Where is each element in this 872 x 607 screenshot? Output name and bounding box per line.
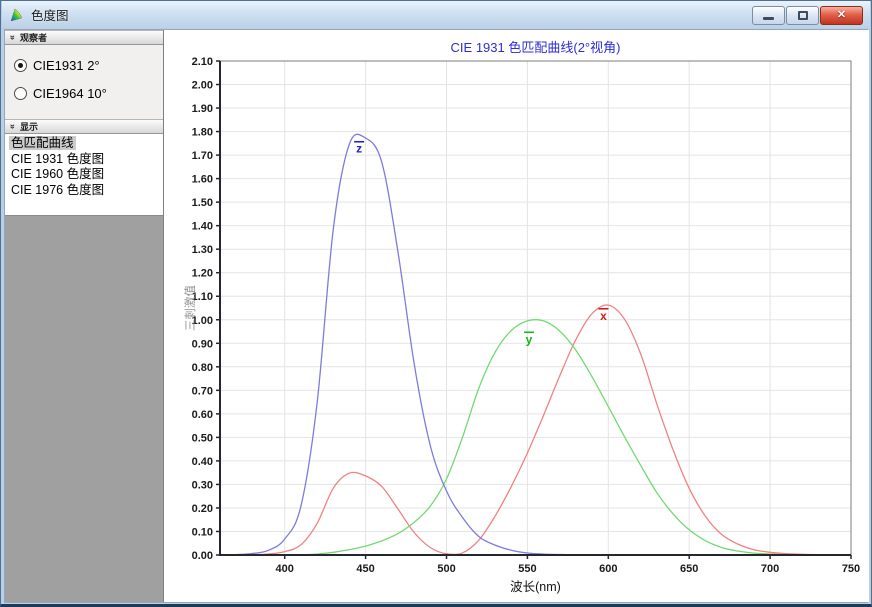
- window-title: 色度图: [31, 9, 69, 23]
- y-tick-label: 0.30: [192, 479, 213, 491]
- y-tick-label: 1.70: [192, 150, 213, 162]
- titlebar[interactable]: 色度图 ✕: [2, 1, 870, 28]
- curve-z: [219, 133, 851, 556]
- y-tick-label: 0.50: [192, 432, 213, 444]
- y-tick-label: 1.50: [192, 197, 213, 209]
- x-tick-label: 650: [680, 563, 698, 575]
- y-tick-label: 0.10: [192, 526, 213, 538]
- y-tick-label: 1.90: [192, 103, 213, 115]
- x-tick-label: 500: [437, 563, 455, 575]
- radio-label-cie1931: CIE1931 2°: [33, 58, 100, 73]
- y-tick-label: 1.60: [192, 174, 213, 186]
- observer-header-label: 观察者: [20, 33, 48, 43]
- y-tick-label: 0.90: [192, 338, 213, 350]
- minimize-button[interactable]: [752, 6, 785, 25]
- y-tick-label: 1.20: [192, 268, 213, 280]
- x-tick-label: 600: [599, 563, 617, 575]
- y-axis-label: 三刺激值: [183, 285, 197, 331]
- y-tick-label: 1.80: [192, 127, 213, 139]
- list-item-label: CIE 1931 色度图: [11, 151, 105, 166]
- y-tick-label: 2.10: [192, 56, 213, 68]
- maximize-button[interactable]: [786, 6, 819, 25]
- display-listbox: 色匹配曲线 CIE 1931 色度图 CIE 1960 色度图 CIE 1976…: [5, 134, 163, 216]
- y-tick-label: 0.00: [192, 550, 213, 562]
- curve-label-y: y: [526, 332, 533, 346]
- curve-x: [219, 304, 852, 556]
- plot-frame: [219, 60, 852, 556]
- curve-label-z: z: [356, 142, 362, 156]
- radio-label-cie1964: CIE1964 10°: [33, 86, 107, 101]
- sidebar-empty-area: [5, 216, 163, 602]
- y-tick-label: 2.00: [192, 80, 213, 92]
- close-icon: ✕: [836, 9, 847, 21]
- list-item-cie1960-diagram[interactable]: CIE 1960 色度图: [5, 167, 163, 183]
- observer-options-panel: CIE1931 2° CIE1964 10°: [5, 45, 163, 119]
- list-item-label: 色匹配曲线: [9, 136, 76, 150]
- y-tick-label: 0.40: [192, 456, 213, 468]
- cmf-chart: 400 450 500 550 600 650 700 750 0.00 0.10 0.20 0.30…: [183, 40, 860, 594]
- chart-panel: 400 450 500 550 600 650 700 750 0.00 0.10 0.20 0.30…: [164, 30, 869, 602]
- radio-unselected-icon: [14, 87, 27, 100]
- x-tick-label: 400: [276, 563, 294, 575]
- x-tick-label: 700: [761, 563, 779, 575]
- maximize-icon: [797, 11, 808, 20]
- display-header-label: 显示: [20, 122, 39, 132]
- x-tick-label: 450: [356, 563, 374, 575]
- curve-label-x: x: [600, 309, 607, 323]
- observer-section-header[interactable]: » 观察者: [5, 30, 163, 45]
- sidebar: » 观察者 CIE1931 2° CIE1964 10° » 显示 色匹配曲线 …: [5, 30, 164, 602]
- window-controls: ✕: [752, 6, 863, 25]
- y-tick-label: 0.70: [192, 385, 213, 397]
- x-tick-label: 750: [842, 563, 860, 575]
- y-tick-label: 1.40: [192, 221, 213, 233]
- list-item-cmf-curves[interactable]: 色匹配曲线: [5, 136, 163, 152]
- window-body: » 观察者 CIE1931 2° CIE1964 10° » 显示 色匹配曲线 …: [4, 29, 869, 603]
- y-tick-label: 0.60: [192, 409, 213, 421]
- app-window: 色度图 ✕ » 观察者 CIE1931 2° CIE1964 10° » 显示 …: [0, 0, 872, 607]
- radio-cie1931-2deg[interactable]: CIE1931 2°: [14, 58, 154, 73]
- close-button[interactable]: ✕: [820, 6, 863, 25]
- chart-title: CIE 1931 色匹配曲线(2°视角): [451, 40, 621, 55]
- list-item-label: CIE 1960 色度图: [11, 167, 105, 181]
- collapse-icon: »: [8, 123, 19, 130]
- minimize-icon: [763, 17, 774, 20]
- app-icon: [8, 6, 26, 24]
- radio-cie1964-10deg[interactable]: CIE1964 10°: [14, 86, 154, 101]
- list-item-label: CIE 1976 色度图: [11, 182, 105, 197]
- x-axis-label: 波长(nm): [510, 580, 561, 594]
- y-tick-label: 0.80: [192, 362, 213, 374]
- x-tick-label: 550: [518, 563, 536, 575]
- radio-selected-icon: [14, 59, 27, 72]
- list-item-cie1931-diagram[interactable]: CIE 1931 色度图: [5, 152, 163, 168]
- y-tick-label: 0.20: [192, 503, 213, 515]
- collapse-icon: »: [8, 34, 19, 41]
- display-section-header[interactable]: » 显示: [5, 119, 163, 134]
- y-tick-label: 1.30: [192, 244, 213, 256]
- list-item-cie1976-diagram[interactable]: CIE 1976 色度图: [5, 183, 163, 199]
